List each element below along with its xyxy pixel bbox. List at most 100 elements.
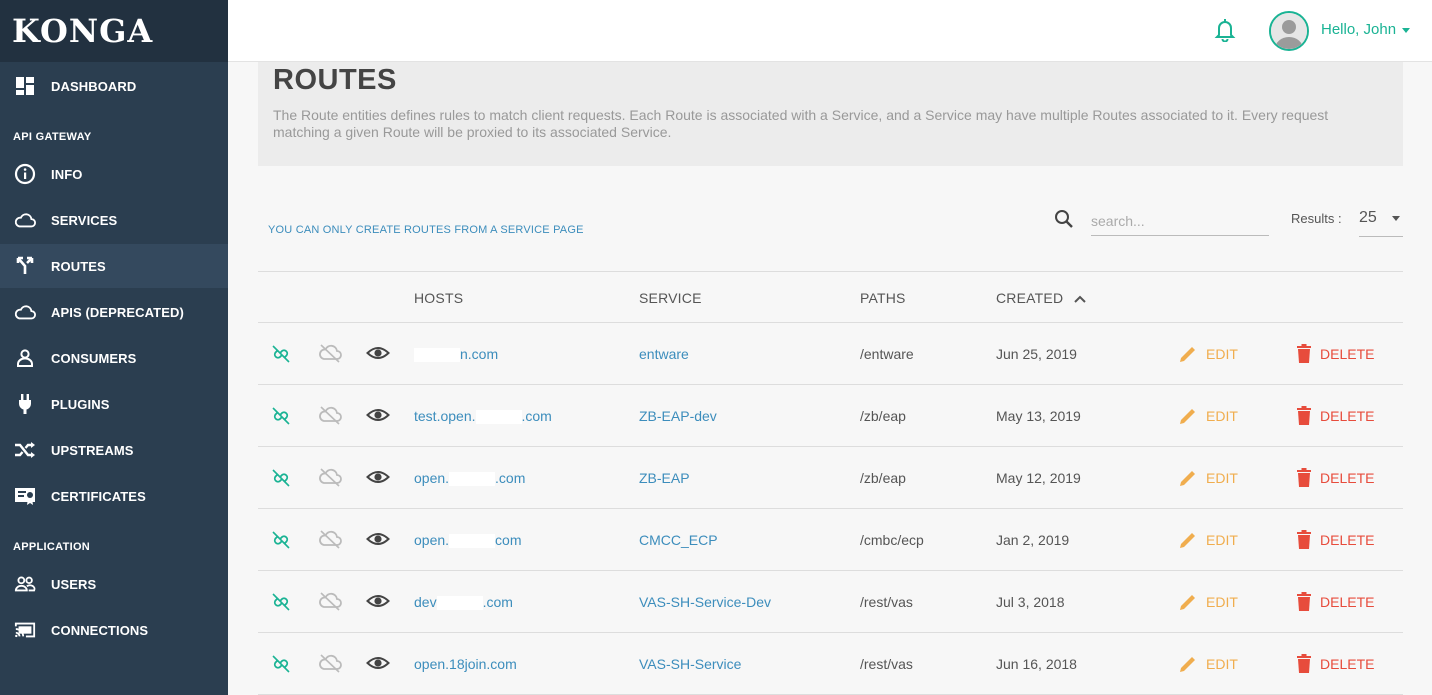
- route-path: /rest/vas: [860, 656, 913, 672]
- sidebar-item-routes[interactable]: ROUTES: [0, 244, 228, 288]
- column-hosts[interactable]: HOSTS: [414, 290, 463, 306]
- edit-label: EDIT: [1206, 532, 1238, 548]
- sidebar-item-apis[interactable]: APIS (DEPRECATED): [0, 290, 228, 334]
- trash-icon: [1297, 592, 1311, 611]
- sidebar-item-users[interactable]: USERS: [0, 562, 228, 606]
- delete-button[interactable]: DELETE: [1296, 654, 1374, 674]
- column-paths[interactable]: PATHS: [860, 290, 906, 306]
- column-created[interactable]: CREATED: [996, 290, 1087, 306]
- eye-icon[interactable]: [366, 653, 390, 675]
- cloud-off-icon[interactable]: [318, 405, 342, 427]
- sidebar-item-info[interactable]: INFO: [0, 152, 228, 196]
- delete-button[interactable]: DELETE: [1296, 592, 1374, 612]
- cloud-off-icon[interactable]: [318, 343, 342, 365]
- routes-icon: [14, 255, 36, 277]
- route-host-link[interactable]: open.18join.com: [414, 656, 517, 672]
- chevron-down-icon: [1402, 27, 1411, 33]
- trash-icon: [1297, 468, 1311, 487]
- edit-button[interactable]: EDIT: [1178, 530, 1238, 550]
- eye-icon[interactable]: [366, 467, 390, 489]
- sidebar-item-label: UPSTREAMS: [51, 442, 134, 458]
- host-text: .com: [495, 470, 526, 486]
- eye-icon[interactable]: [366, 591, 390, 613]
- route-host-link[interactable]: dev .com: [414, 594, 513, 611]
- edit-button[interactable]: EDIT: [1178, 654, 1238, 674]
- bell-icon[interactable]: [1214, 18, 1236, 44]
- cloud-icon: [14, 209, 36, 231]
- route-path: /zb/eap: [860, 408, 906, 424]
- route-service-link[interactable]: ZB-EAP: [639, 470, 690, 486]
- main-content: ROUTES The Route entities defines rules …: [228, 62, 1432, 695]
- results-per-page-select[interactable]: 25: [1359, 204, 1403, 237]
- search-icon: [1054, 209, 1074, 229]
- delete-label: DELETE: [1320, 346, 1375, 362]
- pencil-icon: [1180, 595, 1195, 610]
- edit-button[interactable]: EDIT: [1178, 592, 1238, 612]
- redacted-mask: [414, 348, 460, 363]
- user-icon: [14, 347, 36, 369]
- edit-button[interactable]: EDIT: [1178, 406, 1238, 426]
- edit-label: EDIT: [1206, 346, 1238, 362]
- sidebar-item-label: CONNECTIONS: [51, 622, 149, 638]
- route-host-link[interactable]: test.open. .com: [414, 408, 552, 425]
- sidebar-item-label: ROUTES: [51, 258, 106, 274]
- app-logo[interactable]: KONGA: [12, 12, 153, 50]
- host-text: com: [495, 532, 522, 548]
- sidebar-item-dashboard[interactable]: DASHBOARD: [0, 64, 228, 108]
- link-off-icon[interactable]: [270, 653, 292, 675]
- search-input[interactable]: [1091, 206, 1269, 236]
- avatar[interactable]: [1269, 11, 1309, 51]
- sidebar-item-certificates[interactable]: CERTIFICATES: [0, 474, 228, 518]
- route-service-link[interactable]: entware: [639, 346, 689, 362]
- route-created: Jun 16, 2018: [996, 656, 1077, 672]
- cast-icon: [14, 619, 36, 641]
- route-host-link[interactable]: open. .com: [414, 470, 526, 487]
- route-service-link[interactable]: CMCC_ECP: [639, 532, 718, 548]
- sidebar-item-services[interactable]: SERVICES: [0, 198, 228, 242]
- sidebar: KONGA DASHBOARD API GATEWAY INFO SERVICE…: [0, 0, 228, 695]
- sidebar-item-plugins[interactable]: PLUGINS: [0, 382, 228, 426]
- eye-icon[interactable]: [366, 405, 390, 427]
- shuffle-icon: [14, 439, 36, 461]
- sidebar-item-upstreams[interactable]: UPSTREAMS: [0, 428, 228, 472]
- edit-button[interactable]: EDIT: [1178, 468, 1238, 488]
- link-off-icon[interactable]: [270, 405, 292, 427]
- column-service[interactable]: SERVICE: [639, 290, 702, 306]
- cloud-off-icon[interactable]: [318, 653, 342, 675]
- route-host-link[interactable]: n.com: [414, 346, 498, 363]
- sidebar-item-consumers[interactable]: CONSUMERS: [0, 336, 228, 380]
- cloud-off-icon[interactable]: [318, 529, 342, 551]
- user-menu[interactable]: Hello, John: [1321, 21, 1411, 38]
- delete-button[interactable]: DELETE: [1296, 530, 1374, 550]
- delete-button[interactable]: DELETE: [1296, 344, 1374, 364]
- table-row: dev .com VAS-SH-Service-Dev /rest/vas Jul…: [258, 571, 1403, 633]
- route-path: /zb/eap: [860, 470, 906, 486]
- route-service-link[interactable]: VAS-SH-Service: [639, 656, 741, 672]
- route-host-link[interactable]: open. com: [414, 532, 522, 549]
- route-service-link[interactable]: VAS-SH-Service-Dev: [639, 594, 771, 610]
- delete-button[interactable]: DELETE: [1296, 468, 1374, 488]
- table-row: open. .com ZB-EAP /zb/eap May 12, 2019 ED…: [258, 447, 1403, 509]
- sidebar-item-label: DASHBOARD: [51, 78, 137, 94]
- eye-icon[interactable]: [366, 529, 390, 551]
- eye-icon[interactable]: [366, 343, 390, 365]
- sidebar-item-label: USERS: [51, 576, 97, 592]
- cloud-off-icon[interactable]: [318, 591, 342, 613]
- delete-button[interactable]: DELETE: [1296, 406, 1374, 426]
- sidebar-item-label: INFO: [51, 166, 83, 182]
- host-text: open.: [414, 470, 450, 486]
- link-off-icon[interactable]: [270, 529, 292, 551]
- sidebar-item-connections[interactable]: CONNECTIONS: [0, 608, 228, 652]
- cloud-off-icon[interactable]: [318, 467, 342, 489]
- link-off-icon[interactable]: [270, 343, 292, 365]
- edit-button[interactable]: EDIT: [1178, 344, 1238, 364]
- link-off-icon[interactable]: [270, 467, 292, 489]
- delete-label: DELETE: [1320, 470, 1375, 486]
- trash-icon: [1297, 406, 1311, 425]
- table-row: n.com entware /entware Jun 25, 2019 EDIT…: [258, 323, 1403, 385]
- route-service-link[interactable]: ZB-EAP-dev: [639, 408, 717, 424]
- table-header: HOSTS SERVICE PATHS CREATED: [258, 271, 1403, 323]
- pencil-icon: [1180, 533, 1195, 548]
- pencil-icon: [1180, 657, 1195, 672]
- link-off-icon[interactable]: [270, 591, 292, 613]
